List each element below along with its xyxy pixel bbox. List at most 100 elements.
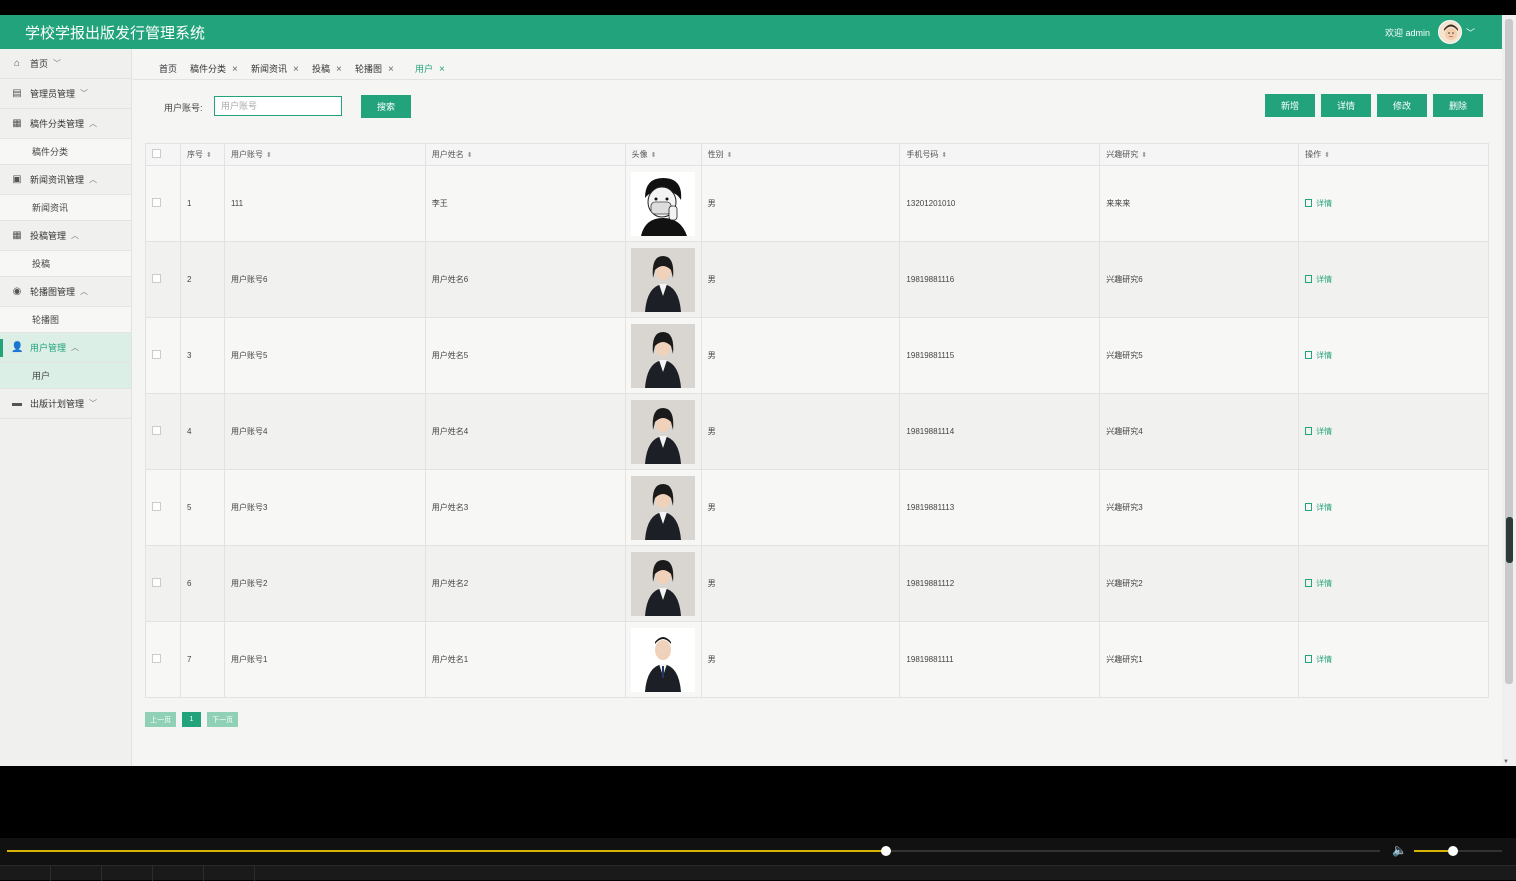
control-slot[interactable] bbox=[0, 866, 51, 881]
col-header-phone[interactable]: 手机号码 ⬍ bbox=[899, 143, 1101, 166]
table-row[interactable]: 3 用户账号5 用户姓名5 男 19819881115 兴趣研究5 详情 bbox=[145, 317, 1489, 394]
row-detail-link[interactable]: 详情 bbox=[1305, 502, 1332, 513]
select-cell[interactable] bbox=[145, 393, 181, 470]
add-button[interactable]: 新增 bbox=[1265, 94, 1315, 117]
table-row[interactable]: 1 111 李王男 13201201010 来来来 详情 bbox=[145, 165, 1489, 242]
row-detail-link[interactable]: 详情 bbox=[1305, 578, 1332, 589]
page-1-button[interactable]: 1 bbox=[182, 712, 201, 727]
volume-icon[interactable]: 🔈 bbox=[1392, 843, 1407, 857]
sidebar-subitem-2[interactable]: 稿件分类 bbox=[0, 139, 131, 165]
table-row[interactable]: 6 用户账号2 用户姓名2 男 19819881112 兴趣研究2 详情 bbox=[145, 545, 1489, 622]
prev-page-button[interactable]: 上一页 bbox=[145, 712, 176, 727]
search-input[interactable] bbox=[214, 96, 342, 116]
close-tab-icon[interactable]: × bbox=[336, 64, 342, 75]
table-row[interactable]: 5 用户账号3 用户姓名3 男 19819881113 兴趣研究3 详情 bbox=[145, 469, 1489, 546]
close-tab-icon[interactable]: × bbox=[388, 64, 394, 75]
row-checkbox[interactable] bbox=[152, 350, 161, 359]
sidebar-subitem-3[interactable]: 新闻资讯 bbox=[0, 195, 131, 221]
delete-button[interactable]: 删除 bbox=[1433, 94, 1483, 117]
close-tab-icon[interactable]: × bbox=[293, 64, 299, 75]
control-slot[interactable] bbox=[204, 866, 255, 881]
table-row[interactable]: 7 用户账号1 用户姓名1 男 19819881111 兴趣研究1 详情 bbox=[145, 621, 1489, 698]
select-cell[interactable] bbox=[145, 241, 181, 318]
tab-3[interactable]: 投稿 × bbox=[312, 62, 342, 75]
tab-2[interactable]: 新闻资讯 × bbox=[251, 62, 299, 75]
col-header-no[interactable]: 序号 ⬍ bbox=[179, 143, 225, 166]
tab-5[interactable]: 用户 × bbox=[415, 62, 445, 75]
row-detail-link[interactable]: 详情 bbox=[1305, 426, 1332, 437]
progress-track[interactable] bbox=[7, 846, 1380, 856]
select-cell[interactable] bbox=[145, 317, 181, 394]
row-checkbox[interactable] bbox=[152, 654, 161, 663]
sidebar-item-5[interactable]: ◉ 轮播图管理 ︿ bbox=[0, 277, 131, 307]
next-page-button[interactable]: 下一页 bbox=[207, 712, 238, 727]
sidebar-subitem-4[interactable]: 投稿 bbox=[0, 251, 131, 277]
cell-avatar bbox=[624, 545, 702, 622]
row-checkbox[interactable] bbox=[152, 426, 161, 435]
avatar-image[interactable] bbox=[630, 247, 696, 312]
sidebar-item-6[interactable]: 👤 用户管理 ︿ bbox=[0, 333, 131, 363]
row-detail-label: 详情 bbox=[1316, 350, 1333, 360]
select-all-checkbox[interactable] bbox=[152, 149, 161, 158]
col-header-avatar[interactable]: 头像 ⬍ bbox=[624, 143, 702, 166]
select-cell[interactable] bbox=[145, 621, 181, 698]
row-detail-link[interactable]: 详情 bbox=[1305, 654, 1332, 665]
col-header-label: 序号 bbox=[186, 150, 203, 159]
col-header-account[interactable]: 用户账号 ⬍ bbox=[223, 143, 426, 166]
col-header-interest[interactable]: 兴趣研究 ⬍ bbox=[1099, 143, 1300, 166]
select-cell[interactable] bbox=[145, 469, 181, 546]
search-button[interactable]: 搜索 bbox=[361, 95, 411, 118]
control-slot[interactable] bbox=[153, 866, 204, 881]
sidebar-item-7[interactable]: ▬ 出版计划管理 ﹀ bbox=[0, 389, 131, 419]
table-row[interactable]: 2 用户账号6 用户姓名6 男 19819881116 兴趣研究6 详情 bbox=[145, 241, 1489, 318]
avatar-image[interactable] bbox=[630, 551, 696, 616]
avatar-image[interactable] bbox=[630, 475, 696, 540]
edit-button[interactable]: 修改 bbox=[1377, 94, 1427, 117]
row-checkbox[interactable] bbox=[152, 198, 161, 207]
sidebar-subitem-5[interactable]: 轮播图 bbox=[0, 307, 131, 333]
row-checkbox[interactable] bbox=[152, 578, 161, 587]
avatar-image[interactable] bbox=[630, 399, 696, 464]
col-header-name[interactable]: 用户姓名 ⬍ bbox=[424, 143, 626, 166]
user-menu-chevron-icon[interactable]: ﹀ bbox=[1466, 26, 1475, 39]
tab-label: 新闻资讯 bbox=[251, 64, 288, 74]
cell-avatar bbox=[624, 317, 702, 394]
close-tab-icon[interactable]: × bbox=[232, 64, 238, 75]
row-detail-link[interactable]: 详情 bbox=[1305, 350, 1332, 361]
progress-knob[interactable] bbox=[880, 846, 891, 856]
col-header-actions[interactable]: 操作 ⬍ bbox=[1298, 143, 1489, 166]
sidebar-item-0[interactable]: ⌂ 首页 ﹀ bbox=[0, 49, 131, 79]
row-detail-link[interactable]: 详情 bbox=[1305, 274, 1332, 285]
volume-knob[interactable] bbox=[1447, 846, 1458, 856]
control-slot[interactable] bbox=[102, 866, 153, 881]
vertical-scrollbar[interactable]: ▼ bbox=[1502, 15, 1516, 766]
row-checkbox[interactable] bbox=[152, 274, 161, 283]
scrollbar-thumb[interactable] bbox=[1505, 19, 1513, 684]
col-header-gender[interactable]: 性别 ⬍ bbox=[700, 143, 901, 166]
avatar-image[interactable] bbox=[630, 171, 696, 236]
scroll-down-arrow-icon[interactable]: ▼ bbox=[1503, 759, 1509, 765]
tab-4[interactable]: 轮播图 × bbox=[355, 62, 394, 75]
sidebar-item-4[interactable]: ▦ 投稿管理 ︿ bbox=[0, 221, 131, 251]
table-row[interactable]: 4 用户账号4 用户姓名4 男 19819881114 兴趣研究4 详情 bbox=[145, 393, 1489, 470]
select-cell[interactable] bbox=[145, 545, 181, 622]
row-detail-link[interactable]: 详情 bbox=[1305, 198, 1332, 209]
sidebar-subitem-6[interactable]: 用户 bbox=[0, 363, 131, 389]
sidebar-item-1[interactable]: ▤ 管理员管理 ﹀ bbox=[0, 79, 131, 109]
row-checkbox[interactable] bbox=[152, 502, 161, 511]
detail-button[interactable]: 详情 bbox=[1321, 94, 1371, 117]
avatar-image[interactable] bbox=[630, 627, 696, 692]
tab-1[interactable]: 稿件分类 × bbox=[190, 62, 238, 75]
avatar-image[interactable] bbox=[630, 323, 696, 388]
close-tab-icon[interactable]: × bbox=[439, 64, 445, 75]
sidebar-item-2[interactable]: ▦ 稿件分类管理 ︿ bbox=[0, 109, 131, 139]
cell-no: 2 bbox=[179, 241, 225, 318]
volume-track[interactable] bbox=[1414, 846, 1502, 856]
cell-no: 3 bbox=[179, 317, 225, 394]
select-cell[interactable] bbox=[145, 165, 181, 242]
sidebar-item-3[interactable]: ▣ 新闻资讯管理 ︿ bbox=[0, 165, 131, 195]
tab-0[interactable]: 首页 bbox=[159, 62, 177, 75]
user-avatar[interactable] bbox=[1438, 20, 1462, 44]
select-all-cell[interactable] bbox=[145, 143, 181, 166]
control-slot[interactable] bbox=[51, 866, 102, 881]
